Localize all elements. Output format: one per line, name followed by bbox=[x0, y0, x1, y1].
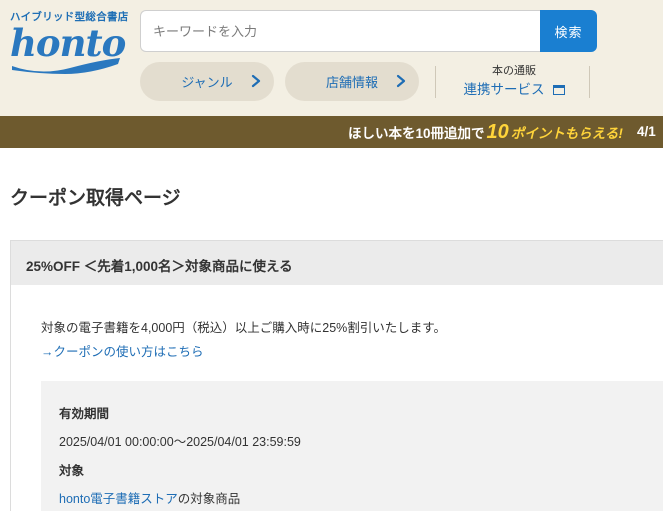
target-store-link[interactable]: honto電子書籍ストア bbox=[59, 492, 178, 506]
coupon-howto-link[interactable]: →クーポンの使い方はこちら bbox=[41, 341, 204, 360]
genre-menu-button[interactable]: ジャンル bbox=[140, 62, 274, 101]
validity-value: 2025/04/01 00:00:00～2025/04/01 23:59:59 bbox=[59, 435, 301, 449]
target-label: 対象 bbox=[59, 464, 85, 478]
window-icon bbox=[552, 85, 565, 95]
chevron-right-icon bbox=[396, 74, 406, 88]
banner-prefix: ほしい本を10冊追加で bbox=[348, 126, 485, 141]
target-suffix: の対象商品 bbox=[177, 492, 241, 506]
coupon-title: 25%OFF ＜先着1,000名＞対象商品に使える bbox=[26, 259, 293, 274]
logo-swoosh-icon bbox=[12, 58, 120, 74]
banner-date: 4/1 bbox=[637, 124, 656, 139]
search-input[interactable] bbox=[140, 10, 541, 52]
store-info-button[interactable]: 店舗情報 bbox=[285, 62, 419, 101]
genre-menu-label: ジャンル bbox=[181, 75, 233, 90]
banner-points-suffix: ポイントもらえる! bbox=[510, 126, 623, 141]
page-title: クーポン取得ページ bbox=[10, 188, 181, 209]
nav-divider bbox=[435, 66, 436, 98]
linked-service-label: 連携サービス bbox=[463, 82, 545, 97]
validity-label: 有効期間 bbox=[59, 407, 110, 421]
honto-logo[interactable]: honto bbox=[10, 22, 126, 76]
nav-divider bbox=[589, 66, 590, 98]
chevron-right-icon bbox=[251, 74, 261, 88]
coupon-header: 25%OFF ＜先着1,000名＞対象商品に使える bbox=[10, 240, 663, 286]
linked-service-sublabel: 本の通販 bbox=[492, 65, 536, 77]
site-header: ハイブリッド型総合書店 honto 検索 ジャンル 店舗情報 本の通販 連携サー… bbox=[0, 0, 663, 116]
coupon-description: 対象の電子書籍を4,000円（税込）以上ご購入時に25%割引いたします。 bbox=[41, 321, 447, 335]
campaign-banner[interactable]: ほしい本を10冊追加で 10 ポイントもらえる! 4/1 bbox=[0, 116, 663, 148]
linked-service-link[interactable]: 本の通販 連携サービス bbox=[444, 64, 584, 100]
target-value: honto電子書籍ストアの対象商品 bbox=[59, 488, 240, 507]
campaign-banner-text: ほしい本を10冊追加で 10 ポイントもらえる! bbox=[348, 121, 623, 145]
banner-points-number: 10 bbox=[486, 121, 509, 143]
search-button[interactable]: 検索 bbox=[540, 10, 597, 52]
store-info-label: 店舗情報 bbox=[325, 75, 378, 90]
